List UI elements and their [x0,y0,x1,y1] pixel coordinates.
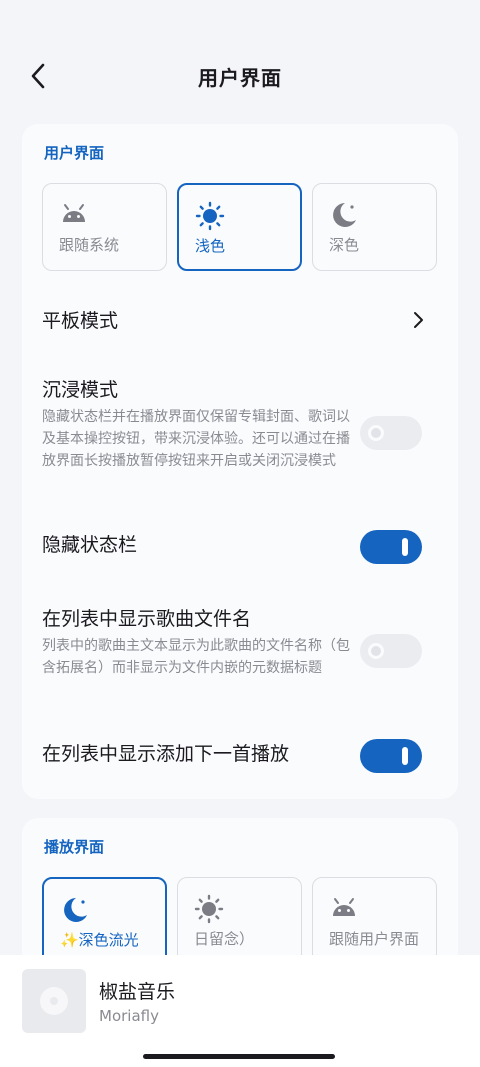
section-title-play: 播放界面 [44,838,105,856]
theme-option-label: 跟随用户界面 [329,930,420,948]
show-filename-row: 在列表中显示歌曲文件名 列表中的歌曲主文本显示为此歌曲的文件名称（包含拓展名）而… [42,604,442,704]
theme-option-system[interactable]: 跟随系统 [42,183,167,271]
immersive-mode-row: 沉浸模式 隐藏状态栏并在播放界面仅保留专辑封面、歌词以及基本操控按钮，带来沉浸体… [42,375,442,495]
hide-status-bar-row: 隐藏状态栏 [42,530,442,570]
page-title: 用户界面 [198,66,282,90]
toggle-knob [368,643,384,659]
theme-option-light[interactable]: 浅色 [177,183,302,271]
android-icon [333,898,355,916]
section-title-ui: 用户界面 [44,144,105,162]
ui-settings-card: 用户界面 跟随系统 浅色 深色 平板模式 沉浸模式 隐藏状态栏并在播放界面仅保留… [22,124,458,799]
home-indicator[interactable] [143,1054,335,1059]
tablet-mode-title: 平板模式 [42,310,119,332]
toggle-knob [368,425,384,441]
show-filename-description: 列表中的歌曲主文本显示为此歌曲的文件名称（包含拓展名）而非显示为文件内嵌的元数据… [42,638,350,676]
immersive-mode-title: 沉浸模式 [42,379,119,401]
moon-icon [64,898,87,922]
theme-option-label: 日留念） [194,930,255,948]
disc-icon [40,987,68,1015]
header: 用户界面 [0,0,480,120]
moon-icon [333,203,356,227]
immersive-mode-description: 隐藏状态栏并在播放界面仅保留专辑封面、歌词以及基本操控按钮，带来沉浸体验。还可以… [42,409,350,469]
ui-theme-selector: 跟随系统 浅色 深色 [42,183,438,273]
tablet-mode-row[interactable]: 平板模式 [42,306,442,346]
sun-icon [194,894,224,924]
show-add-next-toggle[interactable] [360,739,422,773]
show-filename-toggle[interactable] [360,634,422,668]
sun-icon [195,201,225,231]
theme-option-label: ✨深色流光 [60,931,139,949]
theme-option-label: 跟随系统 [59,236,120,254]
album-art [22,969,86,1033]
toggle-knob [402,747,408,765]
android-icon [63,204,85,222]
show-filename-title: 在列表中显示歌曲文件名 [42,608,252,630]
hide-status-bar-toggle[interactable] [360,530,422,564]
play-theme-option-follow-ui[interactable]: 跟随用户界面 [312,877,437,965]
play-theme-option-dark-flow[interactable]: ✨深色流光 [42,877,167,965]
show-add-next-row: 在列表中显示添加下一首播放 [42,739,442,779]
toggle-knob [402,538,408,556]
theme-option-label: 浅色 [195,237,226,255]
theme-option-label: 深色 [329,236,360,254]
track-artist: Moriafly [99,1007,159,1025]
chevron-right-icon [414,312,423,328]
play-theme-selector: ✨深色流光 日留念） 跟随用户界面 [42,877,438,967]
immersive-mode-toggle[interactable] [360,416,422,450]
track-title: 椒盐音乐 [99,981,176,1003]
play-theme-option-light[interactable]: 日留念） [177,877,302,965]
theme-option-dark[interactable]: 深色 [312,183,437,271]
